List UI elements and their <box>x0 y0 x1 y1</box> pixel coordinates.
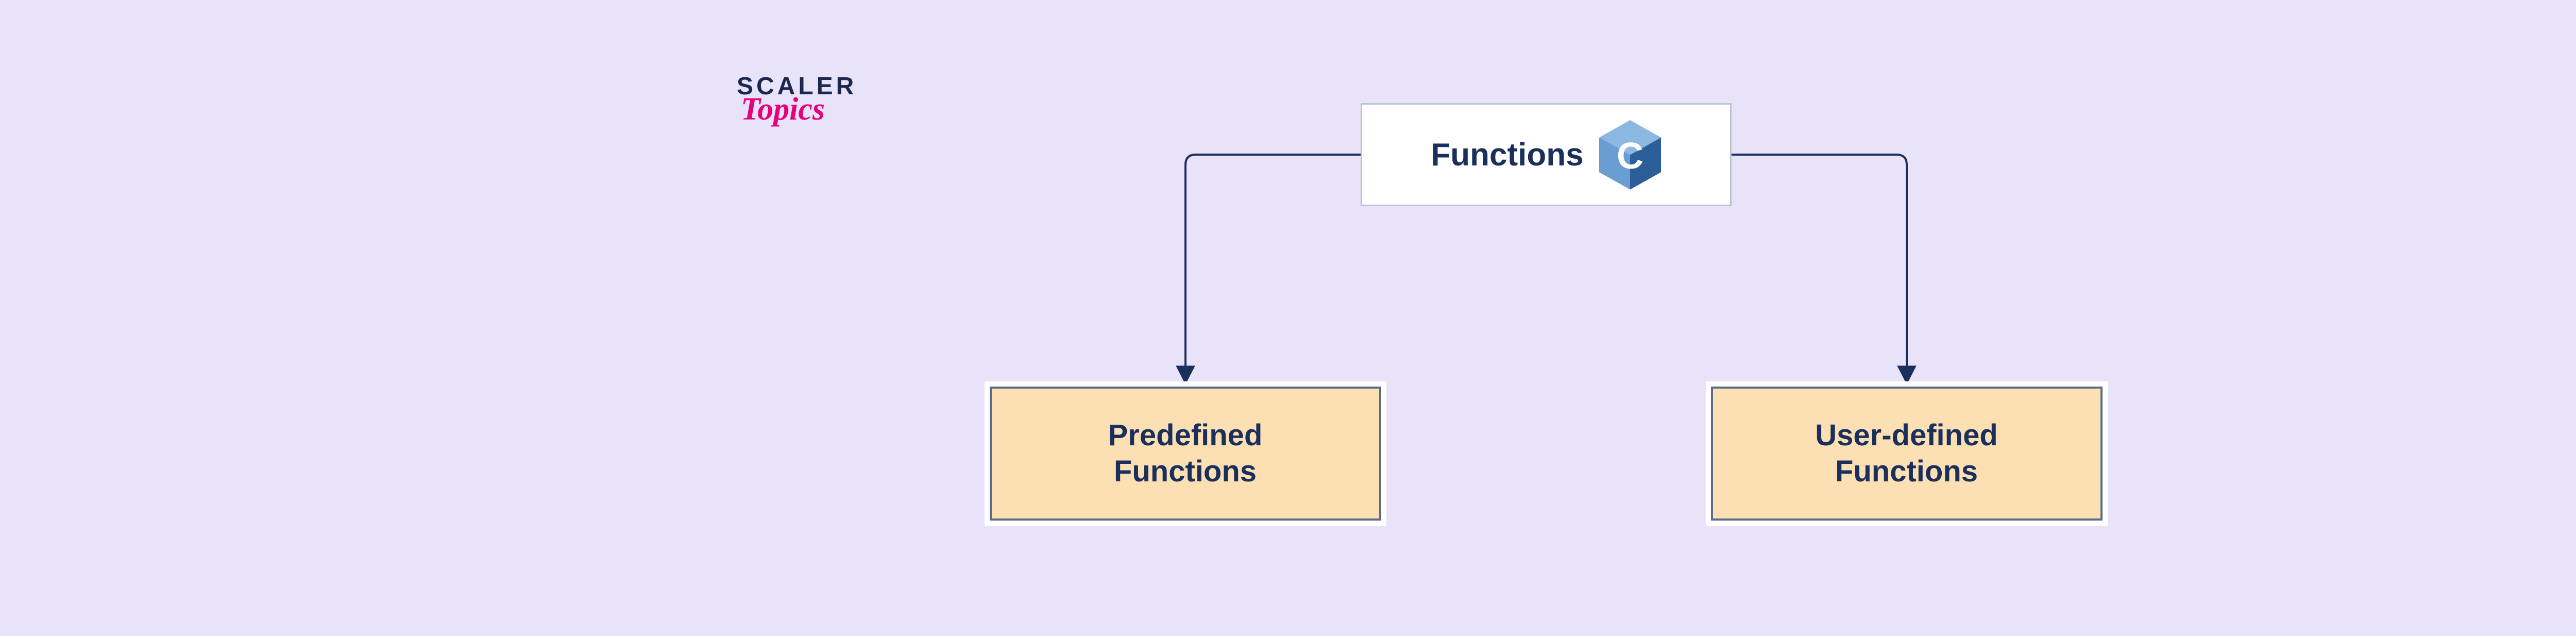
c-language-icon: C <box>1599 120 1661 190</box>
root-label: Functions <box>1431 137 1583 173</box>
predefined-label: Predefined Functions <box>1108 417 1263 489</box>
svg-text:C: C <box>1617 135 1643 176</box>
brand-logo: SCALER Topics <box>737 72 857 128</box>
root-node-functions: Functions C <box>1361 103 1732 206</box>
functions-diagram: Functions C Predefined Functions User-de… <box>876 88 2216 551</box>
diagram-canvas: SCALER Topics Functions C Predefined Fun… <box>0 0 2576 636</box>
child-node-userdefined: User-defined Functions <box>1711 387 2103 521</box>
userdefined-label: User-defined Functions <box>1815 417 1998 489</box>
child-node-predefined: Predefined Functions <box>990 387 1381 521</box>
logo-topics-text: Topics <box>741 91 825 128</box>
